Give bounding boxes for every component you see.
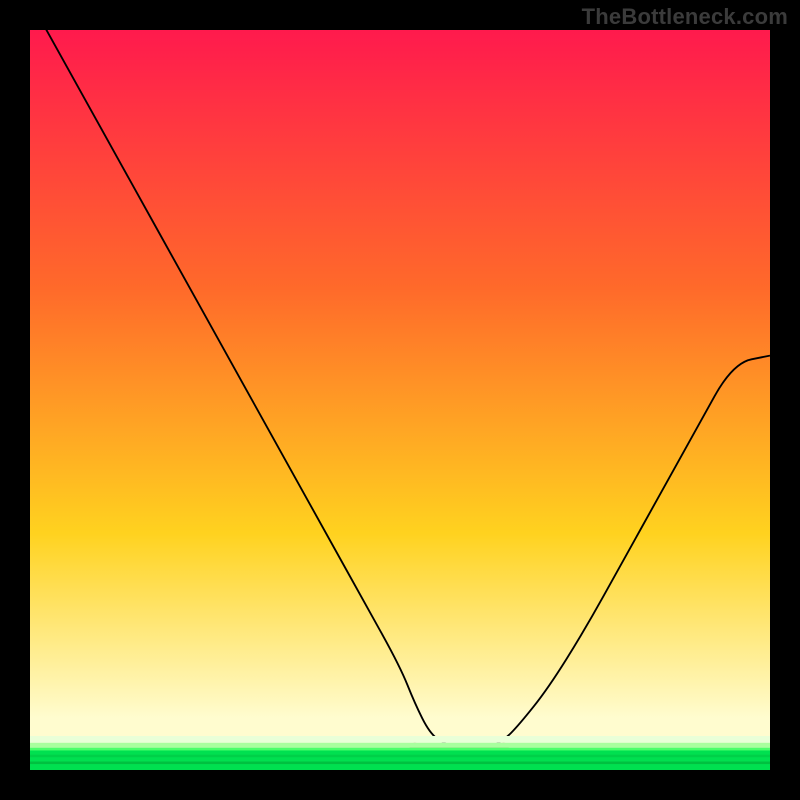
bottleneck-curve [30, 30, 770, 748]
watermark-text: TheBottleneck.com [582, 4, 788, 30]
chart-frame: TheBottleneck.com [0, 0, 800, 800]
curve-layer [30, 30, 770, 770]
green-baseline-band [30, 736, 770, 770]
plot-area [30, 30, 770, 770]
